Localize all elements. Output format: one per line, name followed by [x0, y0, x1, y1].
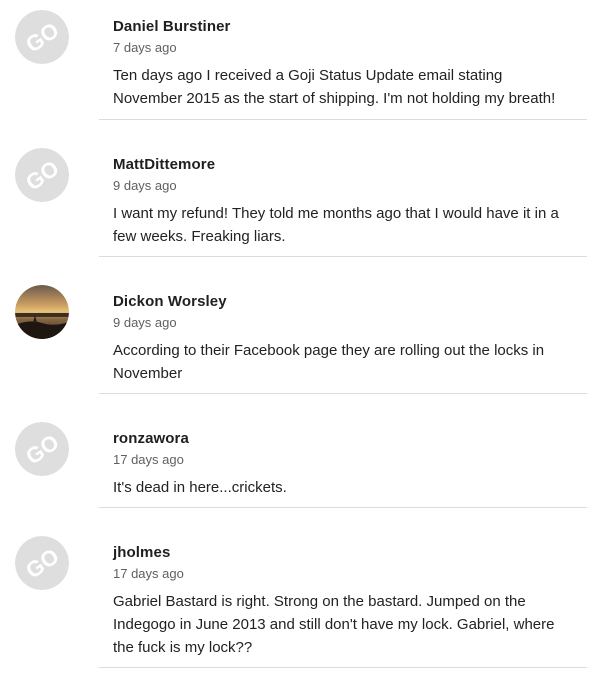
comment-text: Ten days ago I received a Goji Status Up… [113, 67, 556, 107]
comment-author[interactable]: MattDittemore [113, 156, 573, 174]
comment-timestamp[interactable]: 9 days ago [113, 178, 573, 194]
comment-author[interactable]: jholmes [113, 544, 573, 562]
go-default-avatar[interactable]: GO [15, 422, 69, 476]
comment-author[interactable]: Daniel Burstiner [113, 18, 573, 36]
go-logo-icon: GO [15, 422, 69, 476]
divider [99, 256, 587, 257]
comment-timestamp[interactable]: 17 days ago [113, 452, 573, 468]
comment-timestamp[interactable]: 17 days ago [113, 566, 573, 582]
comment-author[interactable]: Dickon Worsley [113, 293, 573, 311]
go-logo-icon: GO [15, 10, 69, 64]
comment-text: I want my refund! They told me months ag… [113, 205, 559, 245]
go-default-avatar[interactable]: GO [15, 536, 69, 590]
go-default-avatar[interactable]: GO [15, 10, 69, 64]
go-logo-icon: GO [15, 148, 69, 202]
comment-text: According to their Facebook page they ar… [113, 342, 545, 382]
sunset-photo-icon [15, 285, 69, 339]
go-logo-icon: GO [15, 536, 69, 590]
go-default-avatar[interactable]: GO [15, 148, 69, 202]
sunset-photo-avatar[interactable] [15, 285, 69, 339]
divider [99, 393, 587, 394]
divider [99, 119, 587, 120]
comment-text: It's dead in here...crickets. [113, 479, 287, 496]
comment-timestamp[interactable]: 9 days ago [113, 315, 573, 331]
divider [99, 507, 587, 508]
comment-author[interactable]: ronzawora [113, 430, 573, 448]
divider [99, 667, 587, 668]
comment-text: Gabriel Bastard is right. Strong on the … [113, 593, 555, 656]
comment-timestamp[interactable]: 7 days ago [113, 40, 573, 56]
